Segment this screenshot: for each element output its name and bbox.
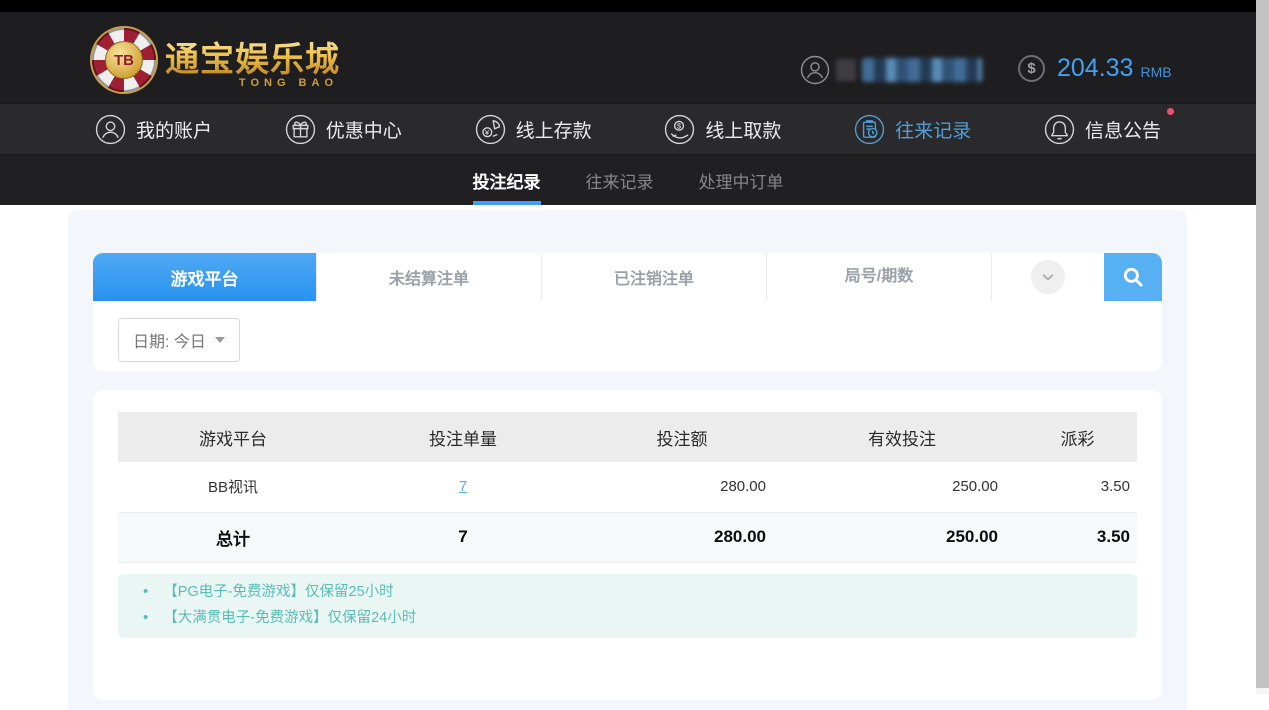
main-navigation: 我的账户 优惠中心 ¥ 线上存款 $ 线上取款	[0, 103, 1256, 155]
top-strip	[0, 0, 1256, 12]
round-number-cell	[766, 253, 991, 301]
col-header-valid-bet: 有效投注	[786, 412, 1018, 462]
logo-title: 通宝娱乐城	[165, 32, 340, 81]
notification-dot-badge	[1167, 108, 1174, 115]
chip-tb-label: TB	[105, 41, 143, 79]
note-item: • 【PG电子-免费游戏】仅保留25小时	[118, 579, 1137, 605]
account-balance[interactable]: $ 204.33 RMB	[1018, 54, 1172, 83]
cell-valid-bet: 250.00	[786, 462, 1018, 512]
sub-navigation: 投注纪录 往来记录 处理中订单	[0, 155, 1256, 205]
cell-platform: BB视讯	[118, 462, 348, 512]
total-payout: 3.50	[1018, 512, 1137, 562]
nav-item-promotions[interactable]: 优惠中心	[285, 114, 402, 145]
filter-dropdown[interactable]	[991, 253, 1104, 301]
tab-game-platform[interactable]: 游戏平台	[93, 253, 316, 301]
col-header-bet-count: 投注单量	[348, 412, 578, 462]
note-item: • 【大满贯电子-免费游戏】仅保留24小时	[118, 605, 1137, 631]
table-box: 游戏平台 投注单量 投注额 有效投注 派彩 BB视讯 7 280.00 250.…	[93, 390, 1162, 700]
search-icon	[1120, 264, 1146, 290]
bell-icon	[1044, 114, 1075, 145]
bullet-icon: •	[143, 579, 148, 605]
col-header-payout: 派彩	[1018, 412, 1137, 462]
cell-payout: 3.50	[1018, 462, 1137, 512]
retention-notes: • 【PG电子-免费游戏】仅保留25小时 • 【大满贯电子-免费游戏】仅保留24…	[118, 574, 1137, 638]
username-masked	[862, 58, 982, 82]
nav-item-transaction-records[interactable]: 往来记录	[854, 114, 971, 145]
account-icon	[95, 114, 126, 145]
logo-subtitle: TONG BAO	[165, 77, 340, 89]
col-header-platform: 游戏平台	[118, 412, 348, 462]
subnav-tab-processing-orders[interactable]: 处理中订单	[699, 155, 784, 205]
col-header-bet-amount: 投注额	[578, 412, 786, 462]
nav-item-my-account[interactable]: 我的账户	[95, 114, 212, 145]
table-row: BB视讯 7 280.00 250.00 3.50	[118, 462, 1137, 512]
subnav-tab-bet-records[interactable]: 投注纪录	[473, 155, 541, 205]
balance-currency: RMB	[1140, 58, 1171, 80]
total-bet-count: 7	[348, 512, 578, 562]
search-button[interactable]	[1104, 253, 1162, 301]
round-number-input[interactable]	[767, 253, 991, 301]
subnav-tab-transactions[interactable]: 往来记录	[586, 155, 654, 205]
records-clipboard-icon	[854, 114, 885, 145]
site-logo[interactable]: TB 通宝娱乐城 TONG BAO	[92, 28, 340, 92]
nav-item-withdraw[interactable]: $ 线上取款	[664, 114, 781, 145]
records-panel: 游戏平台 未结算注单 已注销注单	[68, 210, 1187, 710]
scrollbar-thumb[interactable]	[1256, 0, 1269, 688]
date-filter-button[interactable]: 日期: 今日	[118, 318, 240, 362]
dollar-icon: $	[1018, 55, 1045, 82]
bet-count-link[interactable]: 7	[459, 478, 467, 495]
chevron-down-icon	[1038, 267, 1058, 287]
table-header-row: 游戏平台 投注单量 投注额 有效投注 派彩	[118, 412, 1137, 462]
caret-down-icon	[215, 337, 225, 343]
page-content: 游戏平台 未结算注单 已注销注单	[0, 205, 1256, 694]
bullet-icon: •	[143, 605, 148, 631]
tab-cancelled-bets[interactable]: 已注销注单	[541, 253, 766, 301]
nav-item-deposit[interactable]: ¥ 线上存款	[475, 114, 592, 145]
username-mask-block	[836, 59, 856, 81]
poker-chip-logo-icon: TB	[92, 28, 156, 92]
balance-amount: 204.33	[1057, 54, 1133, 83]
cell-bet-amount: 280.00	[578, 462, 786, 512]
total-bet-amount: 280.00	[578, 512, 786, 562]
total-label: 总计	[118, 512, 348, 562]
site-header: TB 通宝娱乐城 TONG BAO $ 204.33 RMB	[0, 12, 1256, 103]
withdraw-coin-hand-icon: $	[664, 114, 695, 145]
nav-item-announcements[interactable]: 信息公告	[1044, 114, 1161, 145]
total-valid-bet: 250.00	[786, 512, 1018, 562]
filter-box: 游戏平台 未结算注单 已注销注单	[93, 253, 1162, 371]
tab-unsettled-bets[interactable]: 未结算注单	[316, 253, 541, 301]
deposit-coin-hand-icon: ¥	[475, 114, 506, 145]
filter-tabbar: 游戏平台 未结算注单 已注销注单	[93, 253, 1162, 301]
gift-icon	[285, 114, 316, 145]
user-info[interactable]	[800, 55, 982, 85]
vertical-scrollbar[interactable]	[1256, 0, 1269, 694]
bet-summary-table: 游戏平台 投注单量 投注额 有效投注 派彩 BB视讯 7 280.00 250.…	[118, 412, 1137, 563]
table-total-row: 总计 7 280.00 250.00 3.50	[118, 512, 1137, 562]
user-avatar-icon	[800, 55, 830, 85]
svg-text:$: $	[677, 121, 681, 130]
